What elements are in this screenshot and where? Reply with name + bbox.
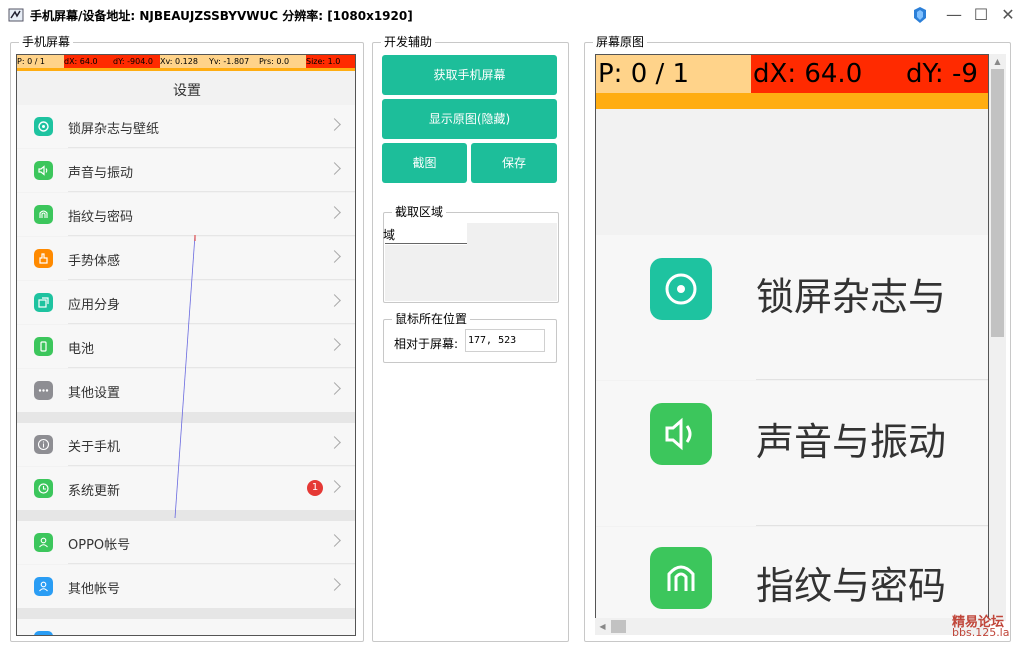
raw-row-sound: 声音与振动: [596, 381, 988, 526]
dev-tools-group-title: 开发辅助: [381, 35, 436, 49]
window-title: 手机屏幕/设备地址: NJBEAUJZSSBYVWUC 分辨率: [1080x1…: [30, 9, 413, 23]
horizontal-scroll-thumb[interactable]: [611, 620, 626, 633]
capture-area-group: 截取区域 域: [383, 205, 559, 303]
get-screen-button[interactable]: 获取手机屏幕: [382, 55, 557, 95]
phone-screen[interactable]: P: 0 / 1 dX: 64.0 dY: -904.0 Xv: 0.128 Y…: [16, 54, 356, 636]
mouse-position-title: 鼠标所在位置: [392, 312, 471, 326]
raw-row-wallpaper: 锁屏杂志与: [596, 235, 988, 380]
fingerprint-icon: [650, 547, 712, 609]
raw-vertical-scrollbar[interactable]: ▲: [989, 54, 1006, 621]
scroll-up-icon[interactable]: ▲: [991, 54, 1004, 69]
raw-debug-dy: dY: -9: [903, 55, 988, 93]
raw-debug-bar: P: 0 / 1 dX: 64.0 dY: -9: [596, 55, 988, 93]
raw-row-label: 锁屏杂志与: [756, 275, 947, 319]
relative-position-field[interactable]: [465, 329, 545, 352]
skin-icon[interactable]: [912, 6, 928, 24]
raw-screen-group-title: 屏幕原图: [593, 35, 648, 49]
phone-screen-group-title: 手机屏幕: [19, 35, 74, 49]
raw-debug-underline: [596, 93, 988, 109]
mouse-position-group: 鼠标所在位置 相对于屏幕:: [383, 312, 557, 363]
raw-horizontal-scrollbar[interactable]: ◀: [595, 618, 989, 635]
pinwheel-icon: [650, 258, 712, 320]
gesture-trace: [174, 234, 196, 519]
raw-row-label: 声音与振动: [756, 420, 947, 464]
capture-text: 域: [383, 228, 396, 242]
screenshot-button[interactable]: 截图: [382, 143, 467, 183]
raw-row-label: 指纹与密码: [756, 564, 947, 608]
capture-area-title: 截取区域: [392, 205, 447, 219]
save-button[interactable]: 保存: [471, 143, 557, 183]
raw-debug-p: P: 0 / 1: [598, 59, 690, 89]
speaker-icon: [650, 403, 712, 465]
scroll-left-icon[interactable]: ◀: [595, 620, 610, 633]
raw-screen[interactable]: P: 0 / 1 dX: 64.0 dY: -9 锁屏杂志与 声音与振动 指纹与…: [595, 54, 989, 635]
maximize-button[interactable]: ☐: [970, 4, 992, 26]
capture-preview: 域: [383, 223, 557, 301]
minimize-button[interactable]: —: [943, 4, 965, 26]
show-original-button[interactable]: 显示原图(隐藏): [382, 99, 557, 139]
raw-debug-dx: dX: 64.0: [751, 55, 903, 93]
watermark-line2: bbs.125.la: [952, 626, 1010, 639]
relative-label: 相对于屏幕:: [394, 337, 459, 351]
title-bar: 手机屏幕/设备地址: NJBEAUJZSSBYVWUC 分辨率: [1080x1…: [0, 0, 1024, 30]
app-icon: [8, 8, 24, 22]
close-button[interactable]: ✕: [997, 4, 1019, 26]
vertical-scroll-thumb[interactable]: [991, 69, 1004, 337]
capture-thumbnail: 域: [383, 223, 467, 245]
